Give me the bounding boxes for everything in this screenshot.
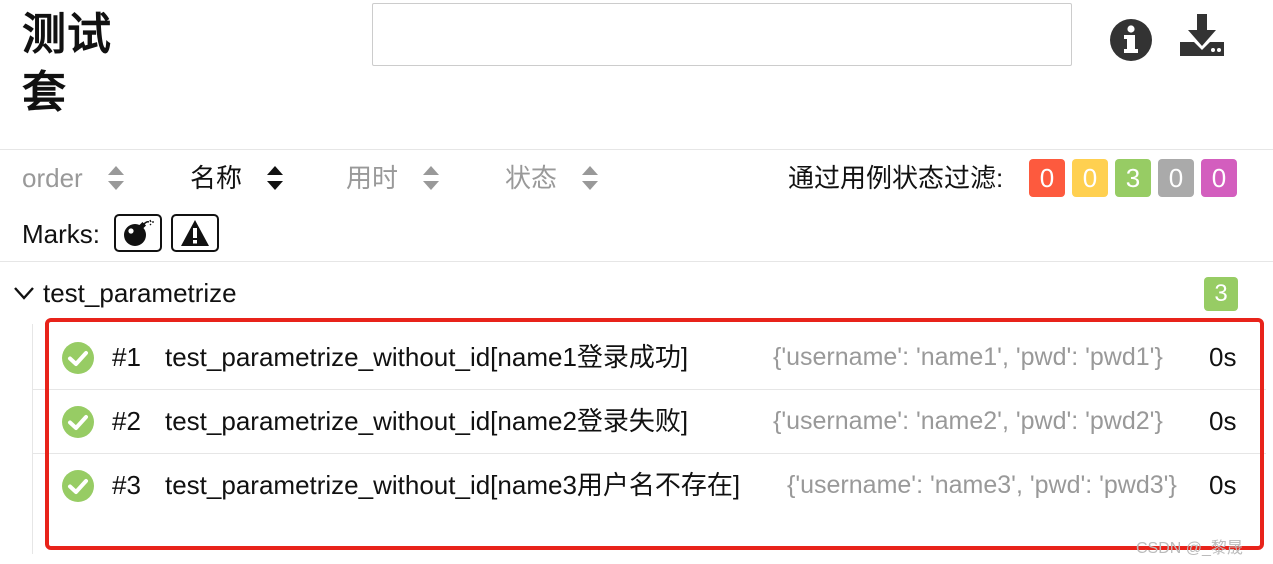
test-case-params: {'username': 'name1', 'pwd': 'pwd1'} xyxy=(773,343,1163,371)
test-case-row[interactable]: #1 test_parametrize_without_id[name1登录成功… xyxy=(33,324,1266,390)
sort-order-label: order xyxy=(22,163,83,193)
filter-unknown-badge[interactable]: 0 xyxy=(1201,159,1237,197)
sort-arrows-icon xyxy=(581,164,599,192)
download-icon xyxy=(1180,14,1224,56)
info-button[interactable] xyxy=(1108,17,1154,63)
suite-name: test_parametrize xyxy=(43,278,237,308)
sort-name[interactable]: 名称 xyxy=(190,160,284,196)
sort-arrows-icon xyxy=(422,164,440,192)
sort-name-label: 名称 xyxy=(190,163,243,193)
warning-icon xyxy=(181,220,209,246)
test-case-order: #3 xyxy=(112,470,141,500)
page-title: 测试套 xyxy=(22,9,112,118)
download-button[interactable] xyxy=(1176,12,1228,60)
suite-count-badge: 3 xyxy=(1204,277,1238,311)
info-icon xyxy=(1110,19,1152,61)
sort-order[interactable]: order xyxy=(22,160,125,196)
sort-arrows-icon xyxy=(107,164,125,192)
passed-check-icon xyxy=(62,342,94,374)
test-case-duration: 0s xyxy=(1209,342,1237,372)
test-case-duration: 0s xyxy=(1209,406,1237,436)
mark-new-failed-button[interactable] xyxy=(171,214,219,252)
test-case-name: test_parametrize_without_id[name2登录失败] xyxy=(165,406,689,436)
filter-passed-badge[interactable]: 3 xyxy=(1115,159,1151,197)
marks-label: Marks: xyxy=(22,219,100,249)
toolbar: order 名称 用时 状态 通过用例状态过滤: 0 0 3 0 0 Marks… xyxy=(0,150,1273,262)
filter-failed-badge[interactable]: 0 xyxy=(1029,159,1065,197)
sort-arrows-icon xyxy=(266,164,284,192)
mark-flaky-button[interactable] xyxy=(114,214,162,252)
sort-duration-label: 用时 xyxy=(346,163,399,193)
test-case-name: test_parametrize_without_id[name1登录成功] xyxy=(165,342,689,372)
passed-check-icon xyxy=(62,470,94,502)
bomb-icon xyxy=(124,219,154,246)
test-case-row[interactable]: #2 test_parametrize_without_id[name2登录失败… xyxy=(33,390,1266,454)
test-case-duration: 0s xyxy=(1209,470,1237,500)
test-case-params: {'username': 'name2', 'pwd': 'pwd2'} xyxy=(773,407,1163,435)
sort-duration[interactable]: 用时 xyxy=(346,160,440,196)
search-input[interactable] xyxy=(372,3,1072,66)
test-case-row[interactable]: #3 test_parametrize_without_id[name3用户名不… xyxy=(33,454,1266,550)
status-filter-label: 通过用例状态过滤: xyxy=(788,163,1004,193)
sort-status[interactable]: 状态 xyxy=(505,160,599,196)
filter-skipped-badge[interactable]: 0 xyxy=(1158,159,1194,197)
header: 测试套 xyxy=(0,0,1273,150)
test-case-list: #1 test_parametrize_without_id[name1登录成功… xyxy=(32,324,1266,554)
test-case-order: #1 xyxy=(112,342,141,372)
chevron-down-icon xyxy=(14,287,34,300)
watermark: CSDN @_黎晟 xyxy=(1136,540,1243,557)
filter-broken-badge[interactable]: 0 xyxy=(1072,159,1108,197)
test-case-order: #2 xyxy=(112,406,141,436)
passed-check-icon xyxy=(62,406,94,438)
test-case-name: test_parametrize_without_id[name3用户名不存在] xyxy=(165,470,741,500)
suite-row[interactable]: test_parametrize 3 xyxy=(0,262,1273,324)
test-case-params: {'username': 'name3', 'pwd': 'pwd3'} xyxy=(787,471,1177,499)
sort-status-label: 状态 xyxy=(505,163,558,193)
